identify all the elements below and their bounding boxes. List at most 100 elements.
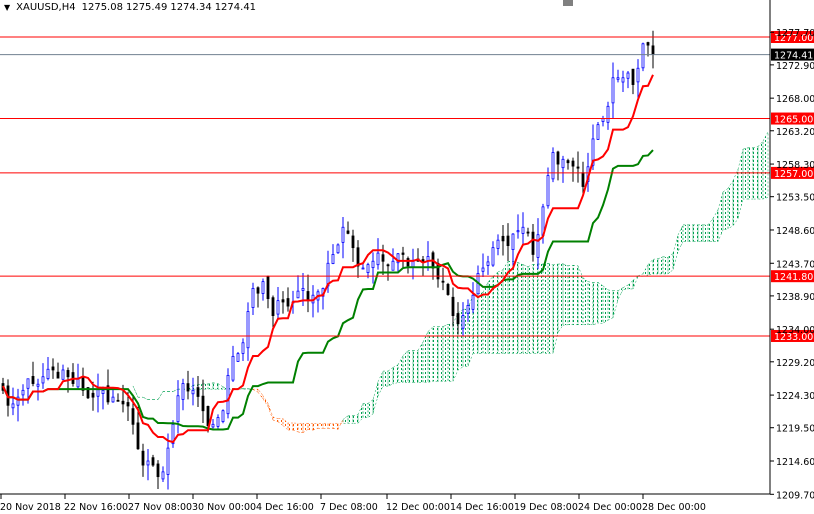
candle [616, 69, 620, 83]
candle [356, 240, 360, 278]
cloud-bearish-segment [302, 422, 309, 434]
cloud-bullish-segment [587, 281, 594, 326]
cloud-bullish-segment [622, 284, 629, 290]
candle-body [191, 389, 195, 395]
candle-body [561, 158, 565, 169]
candle-body [551, 152, 555, 180]
candle-body [341, 226, 345, 243]
candle-body [526, 231, 530, 234]
cloud-bullish-segment [632, 275, 639, 290]
cloud-bullish-segment [347, 415, 354, 424]
candle-body [381, 254, 385, 262]
candle [511, 233, 515, 266]
candle [546, 167, 550, 209]
cloud-bullish-segment [532, 263, 539, 354]
cloud-bullish-segment [142, 396, 149, 400]
cloud-bearish-segment [327, 422, 334, 429]
y-tick-label: 1224.30 [776, 391, 814, 402]
candle-body [141, 450, 145, 466]
price-chart[interactable]: 1277.001274.411265.001257.001241.801233.… [0, 0, 814, 514]
candle-body [301, 288, 305, 291]
candle [241, 338, 245, 361]
candle [601, 115, 605, 127]
cloud-bullish-segment [682, 224, 689, 242]
candle [651, 30, 655, 69]
candle-body [546, 175, 550, 207]
candle [56, 362, 60, 379]
candle [621, 70, 625, 93]
candle-body [631, 68, 635, 85]
cloud-bearish-segment [272, 416, 279, 423]
cloud-bearish-segment [262, 394, 269, 408]
candle-body [376, 252, 380, 266]
candle [51, 358, 55, 379]
candle [336, 243, 340, 254]
candle-body [26, 378, 30, 389]
cloud-bullish-segment [482, 282, 489, 354]
candle-body [356, 247, 360, 267]
cloud-bullish-segment [217, 383, 224, 390]
cloud-bullish-segment [507, 261, 514, 354]
candle [346, 221, 350, 235]
candle-body [511, 233, 515, 250]
candle-body [461, 315, 465, 329]
candle-body [121, 400, 125, 405]
candle-body [176, 395, 180, 423]
cloud-bearish-segment [322, 422, 329, 429]
cloud-bearish-segment [287, 422, 294, 431]
cloud-bullish-segment [537, 263, 544, 354]
candle-body [236, 353, 240, 362]
y-tick-label: 1263.20 [776, 127, 814, 138]
candle [31, 361, 35, 387]
candle-body [596, 124, 600, 140]
y-tick-label: 1272.90 [776, 61, 814, 72]
cloud-bullish-segment [627, 279, 634, 290]
candle-body [161, 471, 165, 480]
dropdown-triangle-icon[interactable]: ▼ [4, 3, 10, 12]
candle [236, 352, 240, 362]
y-tick-label: 1243.70 [776, 259, 814, 270]
candle-body [626, 72, 630, 79]
cloud-bearish-segment [252, 388, 259, 393]
candle-body [111, 396, 115, 403]
chart-shift-marker-icon [563, 0, 573, 6]
cloud-bullish-segment [437, 326, 444, 382]
candle-body [251, 288, 255, 308]
x-tick-label: 4 Dec 16:00 [256, 502, 314, 513]
candle [521, 212, 525, 246]
candle-body [641, 43, 645, 69]
cloud-bullish-segment [677, 224, 684, 252]
candle [96, 373, 100, 413]
cloud-bullish-segment [717, 191, 724, 242]
candle [221, 409, 225, 424]
symbol-label: XAUUSD,H4 [16, 2, 76, 13]
high-value: 1275.49 [125, 2, 168, 13]
candle [606, 101, 610, 130]
candle [351, 229, 355, 262]
cloud-bullish-segment [642, 264, 649, 277]
candle [61, 364, 65, 380]
cloud-bullish-segment [422, 331, 429, 383]
x-tick-label: 30 Nov 00:00 [192, 502, 256, 513]
candle-body [211, 423, 215, 428]
candle-body [466, 305, 470, 314]
cloud-bullish-segment [402, 350, 409, 383]
close-value: 1274.41 [214, 2, 257, 13]
candle [166, 433, 170, 490]
candle [266, 275, 270, 309]
candle-body [486, 261, 490, 266]
candle-body [361, 267, 365, 270]
candle-body [556, 151, 560, 165]
chart-window: 1277.00 1274.41 1265.00 1257.00 1241.80 1233.… [0, 0, 814, 514]
cloud-bullish-segment [377, 370, 384, 397]
candle-body [131, 408, 135, 425]
cloud-bullish-segment [567, 264, 574, 326]
candle-body [636, 67, 640, 83]
candle [556, 150, 560, 181]
candle [71, 363, 75, 387]
candle-body [576, 166, 580, 169]
candle [276, 286, 280, 319]
candle-body [206, 405, 210, 427]
candle-body [126, 402, 130, 407]
candle-body [651, 45, 655, 55]
